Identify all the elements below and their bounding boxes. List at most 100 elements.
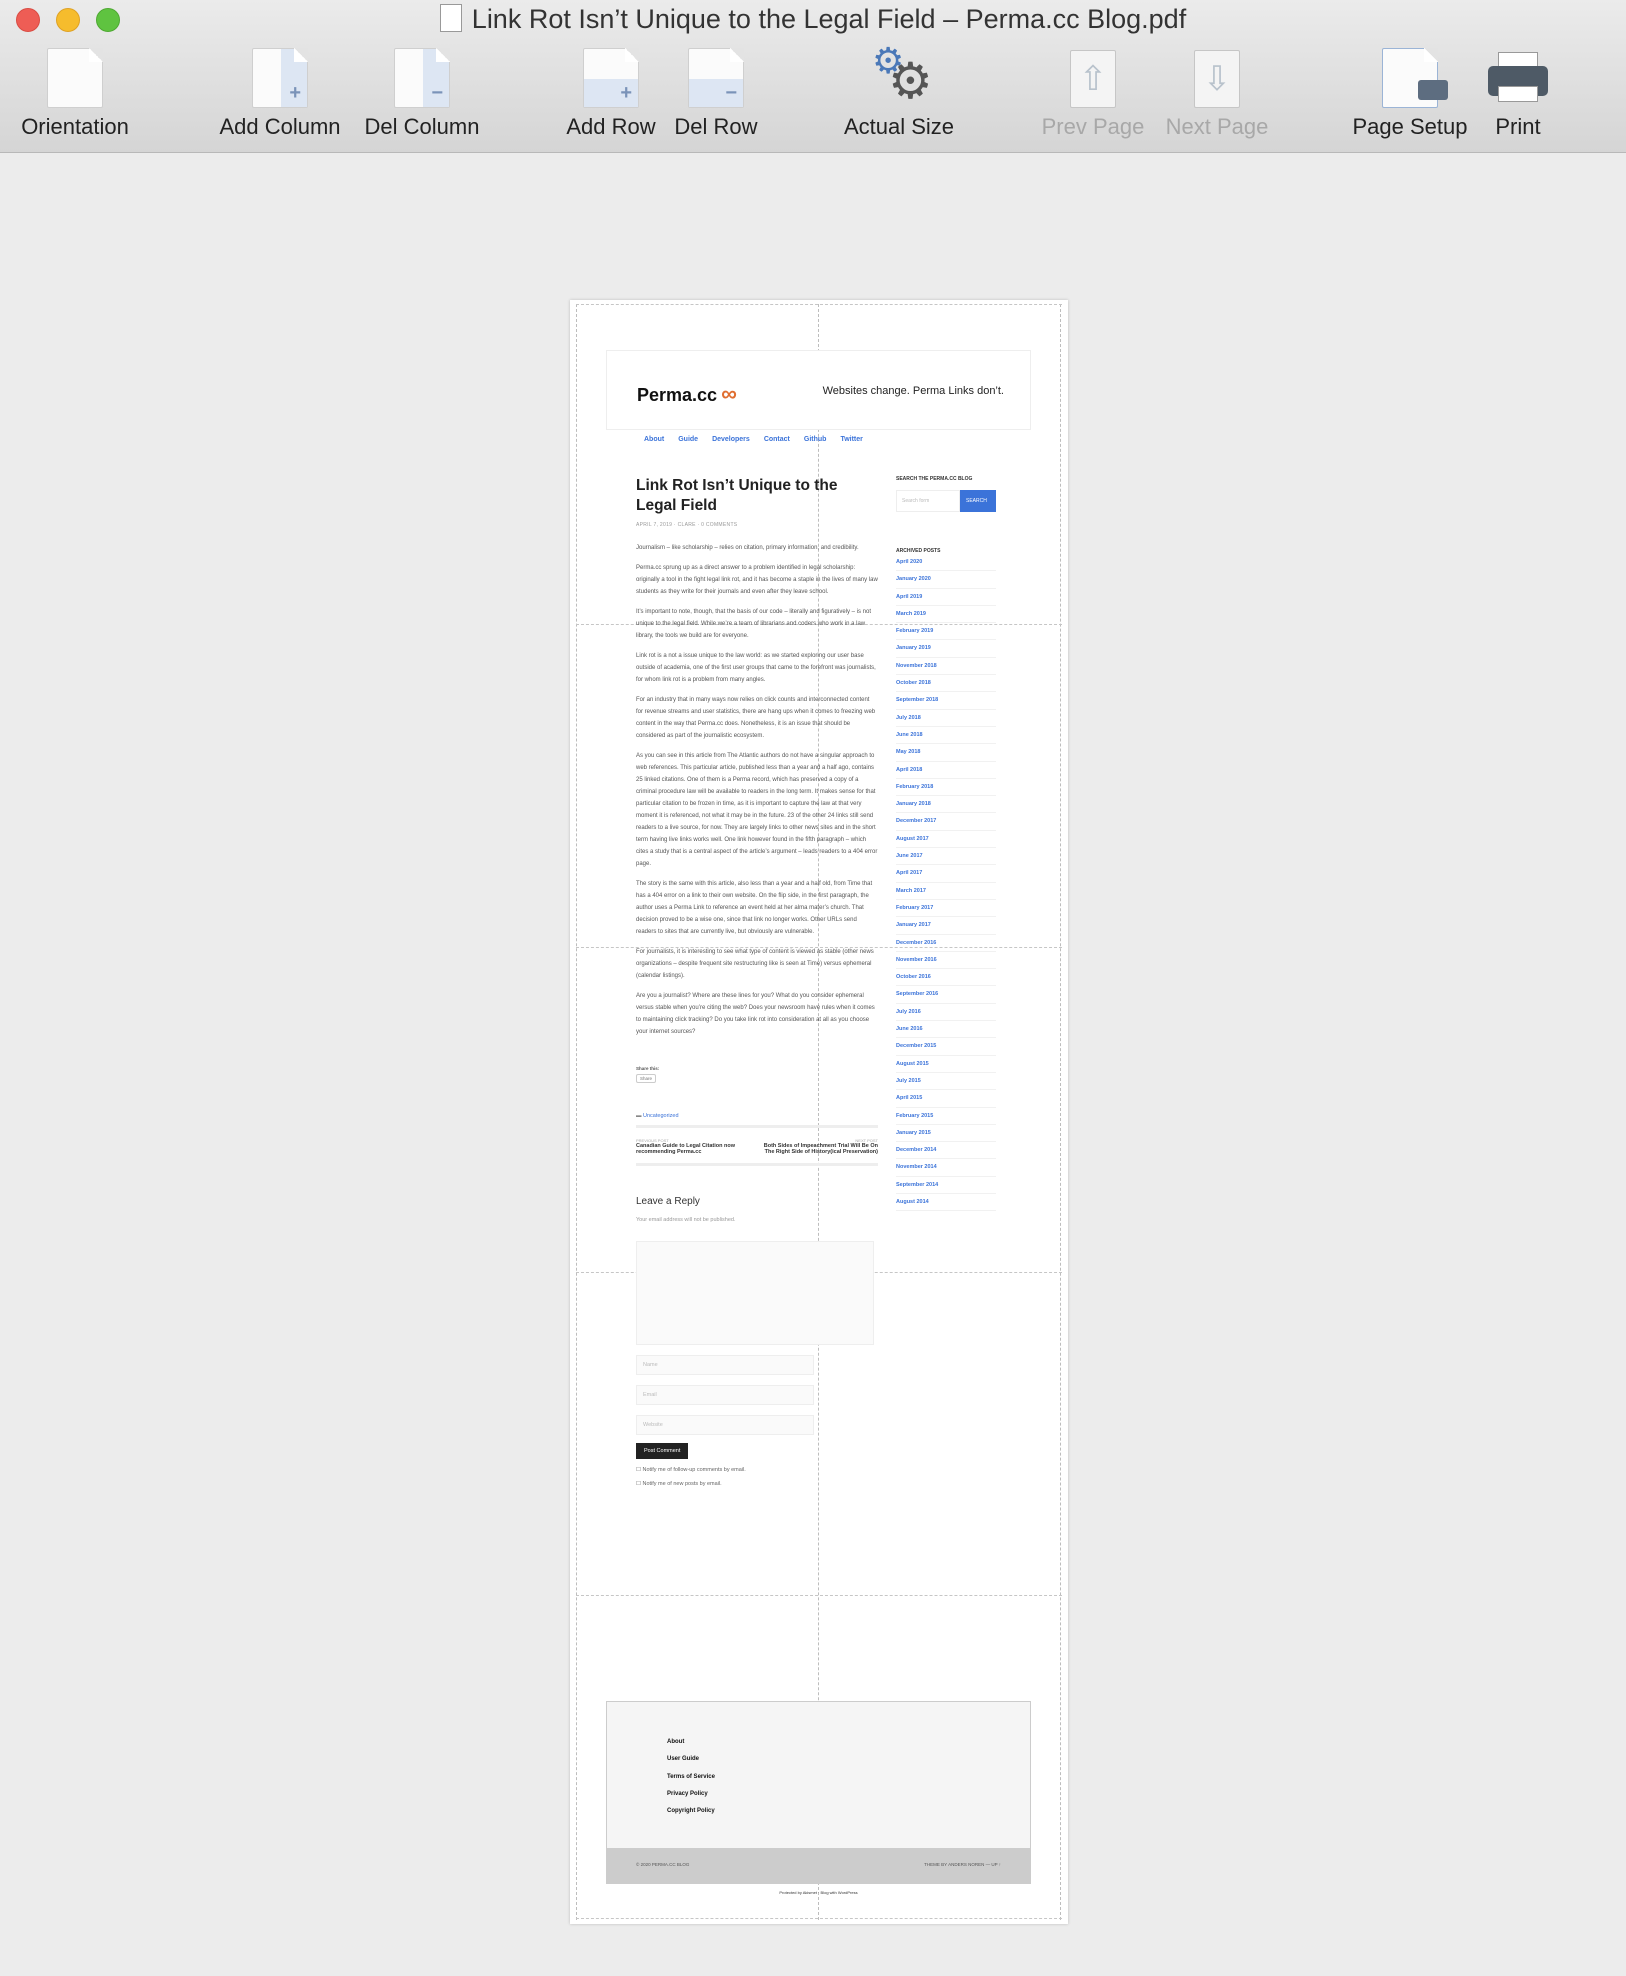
nav-github[interactable]: Github (804, 436, 827, 443)
archive-link[interactable]: November 2014 (896, 1159, 996, 1177)
archive-link[interactable]: May 2018 (896, 744, 996, 762)
post-article: Link Rot Isn’t Unique to the Legal Field… (636, 476, 878, 1487)
archive-link[interactable]: December 2016 (896, 935, 996, 952)
archive-link[interactable]: November 2016 (896, 952, 996, 970)
archive-link[interactable]: April 2018 (896, 762, 996, 779)
reply-note: Your email address will not be published… (636, 1217, 736, 1223)
archive-link[interactable]: September 2016 (896, 986, 996, 1004)
post-paragraph: It’s important to note, though, that the… (636, 609, 872, 639)
archive-link[interactable]: January 2019 (896, 640, 996, 658)
search-button[interactable]: SEARCH (960, 490, 996, 512)
prev-post-link[interactable]: PREVIOUS POST Canadian Guide to Legal Cit… (636, 1138, 747, 1155)
archive-link[interactable]: July 2018 (896, 710, 996, 727)
nav-contact[interactable]: Contact (764, 436, 790, 443)
nav-about[interactable]: About (644, 436, 664, 443)
archive-link[interactable]: December 2014 (896, 1142, 996, 1160)
theme-credit[interactable]: THEME BY ANDERS NOREN — UP ↑ (924, 1862, 1001, 1870)
del-column-label: Del Column (364, 114, 480, 139)
site-logo[interactable]: Perma.cc ∞ (637, 381, 737, 407)
print-label: Print (1495, 114, 1541, 139)
archive-link[interactable]: December 2017 (896, 813, 996, 831)
name-field[interactable]: Name (636, 1355, 814, 1375)
archive-link[interactable]: January 2018 (896, 796, 996, 814)
archive-link[interactable]: October 2018 (896, 675, 996, 693)
archive-link[interactable]: September 2014 (896, 1177, 996, 1194)
archive-link[interactable]: March 2019 (896, 606, 996, 624)
archive-link[interactable]: August 2015 (896, 1056, 996, 1073)
post-comment-button[interactable]: Post Comment (636, 1443, 689, 1459)
search-input[interactable]: Search form (896, 490, 960, 512)
post-paragraph: As you can see in this article from The … (636, 753, 878, 867)
del-row-button[interactable]: − Del Row (668, 46, 764, 140)
archive-link[interactable]: February 2015 (896, 1108, 996, 1125)
archive-link[interactable]: April 2020 (896, 554, 996, 572)
add-row-label: Add Row (566, 114, 656, 139)
email-field[interactable]: Email (636, 1385, 814, 1405)
prev-page-button[interactable]: ⇧ Prev Page (1036, 46, 1150, 140)
archive-link[interactable]: November 2018 (896, 658, 996, 676)
page-setup-label: Page Setup (1352, 114, 1468, 139)
up-arrow-icon: ⇧ (1036, 46, 1150, 108)
archive-link[interactable]: December 2015 (896, 1038, 996, 1056)
archive-link[interactable]: July 2015 (896, 1073, 996, 1091)
next-post-link[interactable]: NEXT POST Both Sides of Impeachment Trial… (757, 1138, 878, 1155)
next-page-button[interactable]: ⇩ Next Page (1158, 46, 1276, 140)
page-setup-icon (1346, 46, 1474, 108)
notify-posts-checkbox[interactable]: ☐ Notify me of new posts by email. (636, 1481, 878, 1487)
del-column-button[interactable]: − Del Column (356, 46, 488, 140)
archive-link[interactable]: April 2015 (896, 1090, 996, 1108)
archive-link[interactable]: June 2018 (896, 727, 996, 745)
archive-link[interactable]: April 2017 (896, 865, 996, 883)
archive-link[interactable]: February 2017 (896, 900, 996, 918)
archive-link[interactable]: January 2017 (896, 917, 996, 935)
footer-link-privacy[interactable]: Privacy Policy (667, 1786, 1030, 1803)
orientation-button[interactable]: Orientation (10, 46, 140, 140)
archive-link[interactable]: October 2016 (896, 969, 996, 987)
archive-link[interactable]: February 2018 (896, 779, 996, 797)
footer-credits-bar: © 2020 PERMA.CC BLOG THEME BY ANDERS NORE… (606, 1848, 1031, 1884)
page-setup-button[interactable]: Page Setup (1346, 46, 1474, 140)
website-field[interactable]: Website (636, 1415, 814, 1435)
search-form: Search form SEARCH (896, 490, 996, 512)
footer-link-terms[interactable]: Terms of Service (667, 1769, 1030, 1786)
archive-link[interactable]: February 2019 (896, 623, 996, 641)
footer-link-user-guide[interactable]: User Guide (667, 1751, 1030, 1768)
post-paragraph: For journalists, it is interesting to se… (636, 949, 874, 979)
archive-link[interactable]: September 2018 (896, 692, 996, 710)
archive-link[interactable]: August 2017 (896, 831, 996, 849)
archive-link[interactable]: January 2020 (896, 571, 996, 589)
nav-twitter[interactable]: Twitter (840, 436, 862, 443)
archive-link[interactable]: January 2015 (896, 1125, 996, 1143)
archive-link[interactable]: April 2019 (896, 589, 996, 606)
del-row-icon: − (668, 46, 764, 108)
footer-link-copyright[interactable]: Copyright Policy (667, 1803, 1030, 1820)
share-button[interactable]: Share (636, 1074, 657, 1083)
nav-developers[interactable]: Developers (712, 436, 750, 443)
comment-textarea[interactable] (636, 1241, 874, 1345)
archive-link[interactable]: August 2014 (896, 1194, 996, 1212)
add-row-button[interactable]: + Add Row (560, 46, 662, 140)
footer-link-about[interactable]: About (667, 1734, 1030, 1751)
archive-link[interactable]: June 2016 (896, 1021, 996, 1039)
archive-list: ARCHIVED POSTS April 2020 January 2020 Apr… (896, 548, 996, 1212)
add-column-button[interactable]: + Add Column (212, 46, 348, 140)
post-title: Link Rot Isn’t Unique to the Legal Field (636, 477, 838, 514)
window-title: Link Rot Isn’t Unique to the Legal Field… (0, 4, 1626, 35)
preview-canvas: Perma.cc ∞ Websites change. Perma Links d… (0, 154, 1626, 1976)
window-titlebar: Link Rot Isn’t Unique to the Legal Field… (0, 0, 1626, 153)
archive-link[interactable]: June 2017 (896, 848, 996, 866)
page-guide (576, 1918, 1062, 1919)
pdf-page: Perma.cc ∞ Websites change. Perma Links d… (570, 300, 1068, 1924)
archive-link[interactable]: July 2016 (896, 1004, 996, 1022)
category-link[interactable]: Uncategorized (643, 1113, 678, 1119)
page-row-divider[interactable] (576, 1595, 1062, 1596)
prev-page-label: Prev Page (1041, 114, 1145, 139)
nav-guide[interactable]: Guide (678, 436, 698, 443)
notify-comments-checkbox[interactable]: ☐ Notify me of follow-up comments by ema… (636, 1467, 878, 1473)
actual-size-button[interactable]: ⚙ ⚙ Actual Size (836, 40, 962, 140)
print-button[interactable]: Print (1482, 46, 1554, 140)
post-navigation: PREVIOUS POST Canadian Guide to Legal Cit… (636, 1128, 878, 1166)
site-footer: About User Guide Terms of Service Privac… (606, 1701, 1031, 1849)
folder-icon: ▬ (636, 1113, 644, 1119)
archive-link[interactable]: March 2017 (896, 883, 996, 900)
